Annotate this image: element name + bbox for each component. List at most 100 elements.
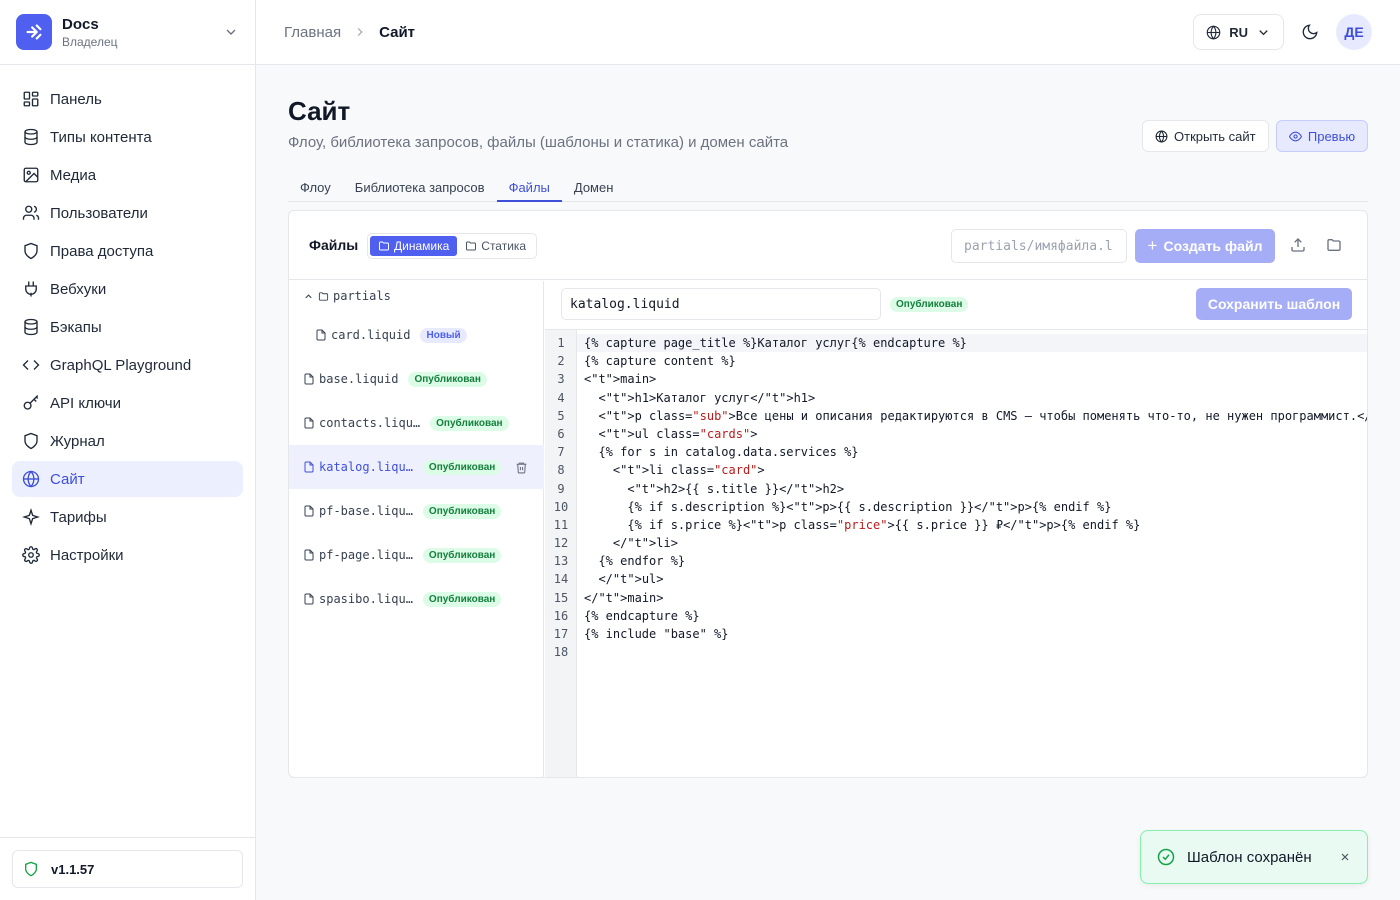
sidebar-item-label: API ключи	[50, 394, 121, 412]
file-name: pf-page.liqu…	[319, 548, 413, 562]
folder-icon	[318, 291, 329, 301]
plus-icon: +	[1147, 236, 1158, 255]
sidebar-item-graphql[interactable]: GraphQL Playground	[12, 347, 243, 383]
code-line[interactable]: </"t">li>	[584, 534, 1364, 552]
workspace-role: Владелец	[62, 34, 118, 49]
avatar[interactable]: ДЕ	[1336, 14, 1372, 50]
code-line[interactable]: <"t">li class="card">	[584, 461, 1364, 479]
sidebar-item-plans[interactable]: Тарифы	[12, 499, 243, 535]
preview-button[interactable]: Превью	[1276, 120, 1368, 152]
trash-icon[interactable]	[515, 461, 528, 474]
mode-static-label: Статика	[481, 239, 527, 253]
file-name: katalog.liqu…	[319, 460, 413, 474]
mode-static-button[interactable]: Статика	[457, 236, 534, 256]
line-number: 7	[557, 445, 565, 460]
line-number: 14	[553, 572, 569, 587]
divider	[0, 837, 255, 838]
sidebar-item-panel[interactable]: Панель	[12, 81, 243, 117]
code-line[interactable]: {% include "base" %}	[584, 625, 1364, 643]
sidebar-item-backups[interactable]: Бэкапы	[12, 309, 243, 345]
open-site-button[interactable]: Открыть сайт	[1142, 120, 1269, 152]
folder-icon[interactable]	[1326, 237, 1342, 253]
code-line[interactable]: {% endfor %}	[584, 552, 1364, 570]
close-icon[interactable]	[1339, 851, 1351, 863]
chevron-down-icon	[1259, 29, 1268, 35]
file-item[interactable]: base.liquid Опубликован	[289, 357, 544, 401]
open-site-label: Открыть сайт	[1174, 128, 1256, 144]
file-item[interactable]: pf-page.liqu… Опубликован	[289, 533, 544, 577]
sidebar-item-journal[interactable]: Журнал	[12, 423, 243, 459]
sidebar-item-content-types[interactable]: Типы контента	[12, 119, 243, 155]
tab-domain[interactable]: Домен	[562, 174, 626, 202]
sidebar-item-label: Медиа	[50, 166, 97, 184]
file-item-active[interactable]: katalog.liqu… Опубликован	[289, 445, 544, 489]
breadcrumb-current: Сайт	[379, 23, 416, 41]
code-line[interactable]: <"t">h2>{{ s.title }}</"t">h2>	[584, 480, 1364, 498]
code-line[interactable]: {% for s in catalog.data.services %}	[584, 443, 1364, 461]
globe-icon	[1206, 24, 1221, 40]
sidebar-item-users[interactable]: Пользователи	[12, 195, 243, 231]
save-template-button[interactable]: Сохранить шаблон	[1196, 288, 1352, 320]
files-toolbar: Файлы Динамика Статика + Создать файл	[289, 211, 1367, 280]
breadcrumb-home[interactable]: Главная	[284, 24, 341, 41]
folder-partials[interactable]: partials	[303, 289, 391, 303]
code-line[interactable]: {% if s.price %}<"t">p class="price">{{ …	[584, 516, 1364, 534]
sidebar: Docs Владелец Панель Типы контента Медиа…	[0, 0, 256, 900]
code-line[interactable]: </"t">ul>	[584, 570, 1364, 588]
file-icon	[304, 373, 314, 385]
preview-label: Превью	[1307, 128, 1356, 144]
tab-files[interactable]: Файлы	[496, 174, 562, 202]
file-item[interactable]: spasibo.liqu… Опубликован	[289, 577, 544, 621]
create-file-button[interactable]: + Создать файл	[1135, 229, 1275, 263]
code-line[interactable]: <"t">ul class="cards">	[584, 425, 1364, 443]
line-number: 15	[553, 590, 569, 605]
gear-icon	[22, 546, 40, 564]
shield-icon	[24, 432, 38, 450]
code-line[interactable]: {% capture content %}	[584, 352, 1364, 370]
code-line[interactable]: {% if s.description %}<"t">p>{{ s.descri…	[584, 498, 1364, 516]
code-line[interactable]: </"t">main>	[584, 589, 1364, 607]
file-item[interactable]: card.liquid Новый	[289, 313, 544, 357]
sidebar-item-webhooks[interactable]: Вебхуки	[12, 271, 243, 307]
status-badge: Новый	[420, 327, 467, 343]
sidebar-item-media[interactable]: Медиа	[12, 157, 243, 193]
new-file-input[interactable]	[951, 229, 1127, 263]
version-badge[interactable]: v1.1.57	[12, 850, 243, 888]
file-tree: partials card.liquid Новый base.liquid О…	[289, 281, 544, 777]
check-circle-icon	[1157, 848, 1175, 866]
workspace-switcher[interactable]: Docs Владелец	[0, 0, 255, 65]
code-line[interactable]: <"t">p class="sub">Все цены и описания р…	[584, 407, 1367, 425]
status-badge: Опубликован	[430, 415, 509, 431]
code-line[interactable]: {% capture page_title %}Каталог услуг{% …	[577, 334, 1367, 353]
language-select[interactable]: RU	[1193, 14, 1284, 50]
line-number: 17	[553, 627, 569, 641]
chevron-down-icon	[226, 29, 236, 35]
code-line[interactable]	[584, 643, 1364, 661]
code-line[interactable]: <"t">main>	[584, 370, 1364, 388]
file-item[interactable]: contacts.liqu… Опубликован	[289, 401, 544, 445]
code-content[interactable]: {% capture page_title %}Каталог услуг{% …	[577, 334, 1367, 661]
sidebar-item-site[interactable]: Сайт	[12, 461, 243, 497]
database-icon	[24, 318, 38, 336]
upload-icon[interactable]	[1290, 237, 1306, 253]
topbar: Главная Сайт RU ДЕ	[256, 0, 1400, 65]
tab-flow[interactable]: Флоу	[288, 174, 343, 202]
filename-field[interactable]: katalog.liquid	[561, 288, 881, 320]
tab-query-library[interactable]: Библиотека запросов	[343, 174, 497, 202]
mode-dynamic-button[interactable]: Динамика	[370, 236, 458, 256]
status-badge: Опубликован	[422, 503, 502, 519]
sidebar-item-api-keys[interactable]: API ключи	[12, 385, 243, 421]
sidebar-item-label: Пользователи	[50, 204, 148, 222]
code-line[interactable]: <"t">h1>Каталог услуг</"t">h1>	[584, 389, 1364, 407]
line-number: 5	[557, 408, 565, 423]
file-item[interactable]: pf-base.liqu… Опубликован	[289, 489, 544, 533]
code-editor[interactable]: 1 2 3 4 5 6 7 8 9 10 11 12 13 14 15 16 17 18 {% capture p…	[545, 329, 1367, 777]
workspace-name: Docs	[62, 15, 99, 33]
sidebar-item-settings[interactable]: Настройки	[12, 537, 243, 573]
file-icon	[304, 593, 314, 605]
files-mode-switch: Динамика Статика	[367, 233, 538, 259]
code-line[interactable]: {% endcapture %}	[584, 607, 1364, 625]
sidebar-item-permissions[interactable]: Права доступа	[12, 233, 243, 269]
theme-toggle[interactable]	[1292, 14, 1328, 50]
line-number: 16	[553, 608, 569, 623]
